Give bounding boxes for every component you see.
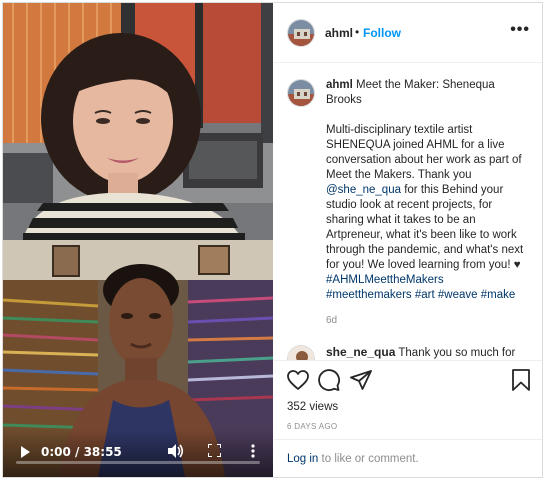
hashtag-link[interactable]: #AHMLMeettheMakers [326, 274, 444, 286]
video-pane-host [3, 3, 273, 240]
video-controls: 0:00 / 38:55 [3, 429, 273, 477]
caption-mention-link[interactable]: @she_ne_qua [326, 184, 401, 196]
volume-icon[interactable] [168, 444, 184, 458]
caption-age[interactable]: 6d [326, 315, 337, 326]
post-side-panel: ahml • Follow ••• ahml Meet the Maker: S… [274, 3, 542, 477]
post-actions: 352 views 6 DAYS AGO Log in to like or c… [274, 360, 542, 477]
video-player[interactable]: 0:00 / 38:55 [3, 3, 273, 477]
hashtag-link[interactable]: #make [481, 289, 516, 301]
commenter-profile-image [288, 346, 314, 360]
hashtag-link[interactable]: #meetthemakers [326, 289, 412, 301]
login-suffix: to like or comment. [321, 453, 419, 465]
bookmark-icon[interactable] [509, 368, 533, 392]
caption-body-text-continued: for this Behind your studio look at rece… [326, 184, 524, 271]
comment-text: Thank you so much for [398, 347, 516, 359]
post-header: ahml • Follow ••• [274, 3, 542, 63]
fullscreen-icon[interactable] [208, 444, 221, 457]
heart-icon[interactable] [286, 368, 310, 392]
kebab-icon[interactable] [251, 444, 255, 458]
post-caption: ahml Meet the Maker: Shenequa Brooks Mul… [326, 78, 526, 318]
header-username[interactable]: ahml [325, 26, 353, 40]
video-time-display: 0:00 / 38:55 [41, 445, 122, 459]
login-prompt-text: Log in to like or comment. [287, 453, 419, 465]
comment-avatar[interactable] [287, 345, 315, 360]
caption-avatar[interactable] [287, 79, 315, 107]
follow-button[interactable]: Follow [363, 26, 401, 40]
hashtag-link[interactable]: #weave [438, 289, 478, 301]
avatar[interactable] [287, 19, 315, 47]
video-pane-guest: 0:00 / 38:55 [3, 240, 273, 477]
hashtag-link[interactable]: #art [415, 289, 435, 301]
caption-profile-image [288, 80, 314, 106]
caption-body-text: Multi-disciplinary textile artist SHENEQ… [326, 124, 522, 181]
caption-title-line: ahml Meet the Maker: Shenequa Brooks [326, 78, 526, 108]
share-icon[interactable] [349, 368, 373, 392]
login-prompt: Log in to like or comment. [274, 439, 542, 478]
profile-image [288, 20, 314, 46]
post-timestamp[interactable]: 6 DAYS AGO [287, 422, 337, 431]
login-link[interactable]: Log in [287, 453, 318, 465]
comment-item: she_ne_qua Thank you so much for [326, 345, 536, 360]
comment-username[interactable]: she_ne_qua [326, 345, 395, 359]
comment-icon[interactable] [317, 368, 341, 392]
caption-username[interactable]: ahml [326, 79, 353, 91]
caption-body: Multi-disciplinary textile artist SHENEQ… [326, 123, 526, 303]
header-separator: • [355, 25, 360, 39]
more-options-icon[interactable]: ••• [510, 21, 530, 39]
video-progress-bar[interactable] [16, 461, 260, 464]
host-video-frame [3, 3, 273, 240]
view-count[interactable]: 352 views [287, 401, 338, 413]
comments-area[interactable]: ahml Meet the Maker: Shenequa Brooks Mul… [274, 64, 542, 360]
play-icon[interactable] [20, 446, 30, 458]
